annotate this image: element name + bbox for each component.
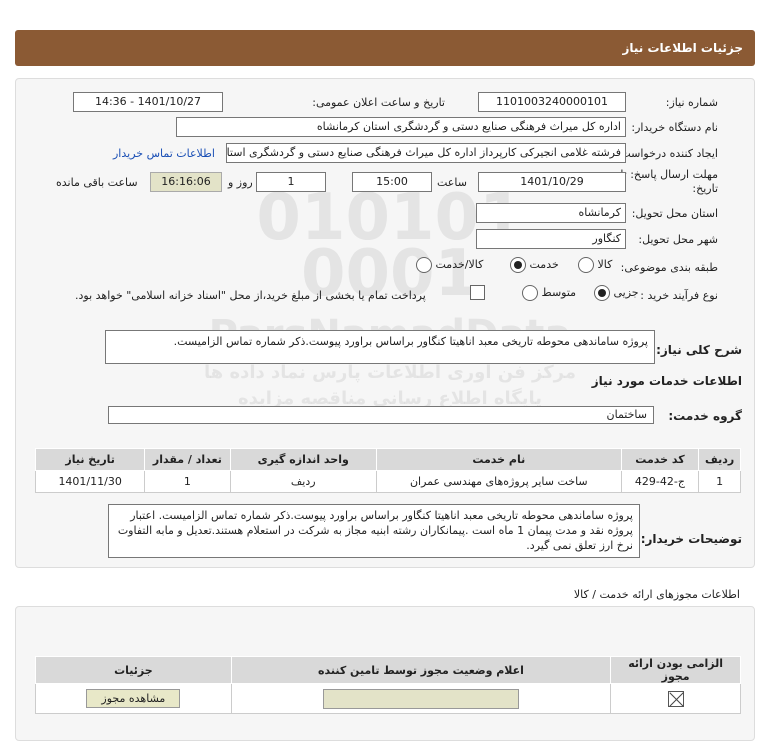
radio-medium[interactable] [522, 285, 538, 301]
permits-section-title: اطلاعات مجوزهای ارائه خدمت / کالا [573, 588, 740, 601]
col-quantity: تعداد / مقدار [144, 448, 231, 471]
services-table-header: ردیف کد خدمت نام خدمت واحد اندازه گیری ت… [34, 448, 741, 471]
city-label: شهر محل تحویل: [638, 233, 718, 246]
view-permit-button[interactable]: مشاهده مجوز [86, 689, 181, 708]
page-header: جزئیات اطلاعات نیاز [15, 30, 755, 66]
creator-field[interactable]: فرشته غلامی انجیرکی کارپرداز اداره کل می… [226, 143, 626, 163]
city-field[interactable]: کنگاور [476, 229, 626, 249]
need-number-label: شماره نیاز: [665, 96, 718, 109]
province-label: استان محل تحویل: [631, 207, 718, 220]
col-row: ردیف [698, 448, 741, 471]
process-label: نوع فرآیند خرید : [640, 289, 718, 302]
cell-permit-required [610, 683, 741, 714]
buyer-contact-link[interactable]: اطلاعات تماس خریدار [113, 147, 215, 160]
creator-label: ایجاد کننده درخواست: [616, 147, 718, 160]
announce-date-label: تاریخ و ساعت اعلان عمومی: [312, 96, 445, 109]
col-unit: واحد اندازه گیری [229, 448, 377, 471]
treasury-payment-checkbox[interactable] [470, 285, 485, 300]
description-text: پروژه ساماندهی محوطه تاریخی معبد اناهیتا… [105, 330, 655, 364]
required-checkbox-icon [667, 690, 684, 707]
category-option-goods-service[interactable]: کالا/خدمت [416, 257, 483, 273]
remaining-time-field: 16:16:06 [150, 172, 222, 192]
cell-need-date: 1401/11/30 [34, 470, 146, 493]
permits-table: الزامی بودن ارائه مجوز اعلام وضعیت مجوز … [35, 656, 741, 714]
services-section-title: اطلاعات خدمات مورد نیاز [591, 374, 742, 388]
buyer-label: نام دستگاه خریدار: [631, 121, 718, 134]
col-permit-status: اعلام وضعیت مجوز توسط تامین کننده [230, 656, 612, 684]
deadline-time-label: ساعت [437, 176, 467, 189]
description-label: شرح کلی نیاز: [656, 343, 742, 357]
cell-service-name: ساخت سایر پروژه‌های مهندسی عمران [375, 470, 622, 493]
process-option-minor[interactable]: جزیی [594, 285, 639, 301]
radio-goods-service[interactable] [416, 257, 432, 273]
service-group-label: گروه خدمت: [668, 409, 742, 423]
deadline-date-label: تاریخ: [692, 182, 718, 195]
permit-status-field[interactable] [322, 688, 519, 709]
deadline-time-field[interactable]: 15:00 [352, 172, 432, 192]
days-label: روز و [228, 176, 253, 189]
need-number-field[interactable]: 1101003240000101 [478, 92, 626, 112]
services-table: ردیف کد خدمت نام خدمت واحد اندازه گیری ت… [34, 448, 741, 493]
payment-note: پرداخت تمام یا بخشی از مبلغ خرید،از محل … [75, 289, 426, 302]
cell-permit-details: مشاهده مجوز [35, 683, 232, 714]
cell-permit-status [230, 683, 612, 714]
cell-quantity: 1 [144, 470, 231, 493]
col-need-date: تاریخ نیاز [34, 448, 146, 471]
radio-minor[interactable] [594, 285, 610, 301]
buyer-notes-text: پروژه ساماندهی محوطه تاریخی معبد اناهیتا… [108, 504, 640, 558]
page-title: جزئیات اطلاعات نیاز [622, 41, 743, 55]
cell-row: 1 [698, 470, 741, 493]
buyer-notes-label: توضیحات خریدار: [640, 532, 742, 546]
col-permit-details: جزئیات [35, 656, 232, 684]
service-group-field[interactable]: ساختمان [108, 406, 654, 424]
radio-service[interactable] [510, 257, 526, 273]
deadline-label: مهلت ارسال پاسخ: تا [620, 168, 718, 181]
col-service-name: نام خدمت [375, 448, 622, 471]
permits-table-header: الزامی بودن ارائه مجوز اعلام وضعیت مجوز … [35, 656, 741, 684]
process-option-medium[interactable]: متوسط [522, 285, 576, 301]
deadline-date-field[interactable]: 1401/10/29 [478, 172, 626, 192]
cell-service-code: ج-42-429 [620, 470, 700, 493]
category-option-service[interactable]: خدمت [510, 257, 559, 273]
table-row: 1 ج-42-429 ساخت سایر پروژه‌های مهندسی عم… [34, 470, 741, 493]
province-field[interactable]: کرمانشاه [476, 203, 626, 223]
category-option-goods[interactable]: کالا [578, 257, 612, 273]
remaining-time-label: ساعت باقی مانده [56, 176, 138, 189]
col-service-code: کد خدمت [620, 448, 700, 471]
radio-goods[interactable] [578, 257, 594, 273]
col-permit-required: الزامی بودن ارائه مجوز [610, 656, 741, 684]
buyer-field[interactable]: اداره کل میراث فرهنگی صنایع دستی و گردشگ… [176, 117, 626, 137]
days-field[interactable]: 1 [256, 172, 326, 192]
cell-unit: ردیف [229, 470, 377, 493]
announce-date-field[interactable]: 1401/10/27 - 14:36 [73, 92, 223, 112]
table-row: مشاهده مجوز [35, 683, 741, 714]
category-label: طبقه بندی موضوعی: [620, 261, 718, 274]
